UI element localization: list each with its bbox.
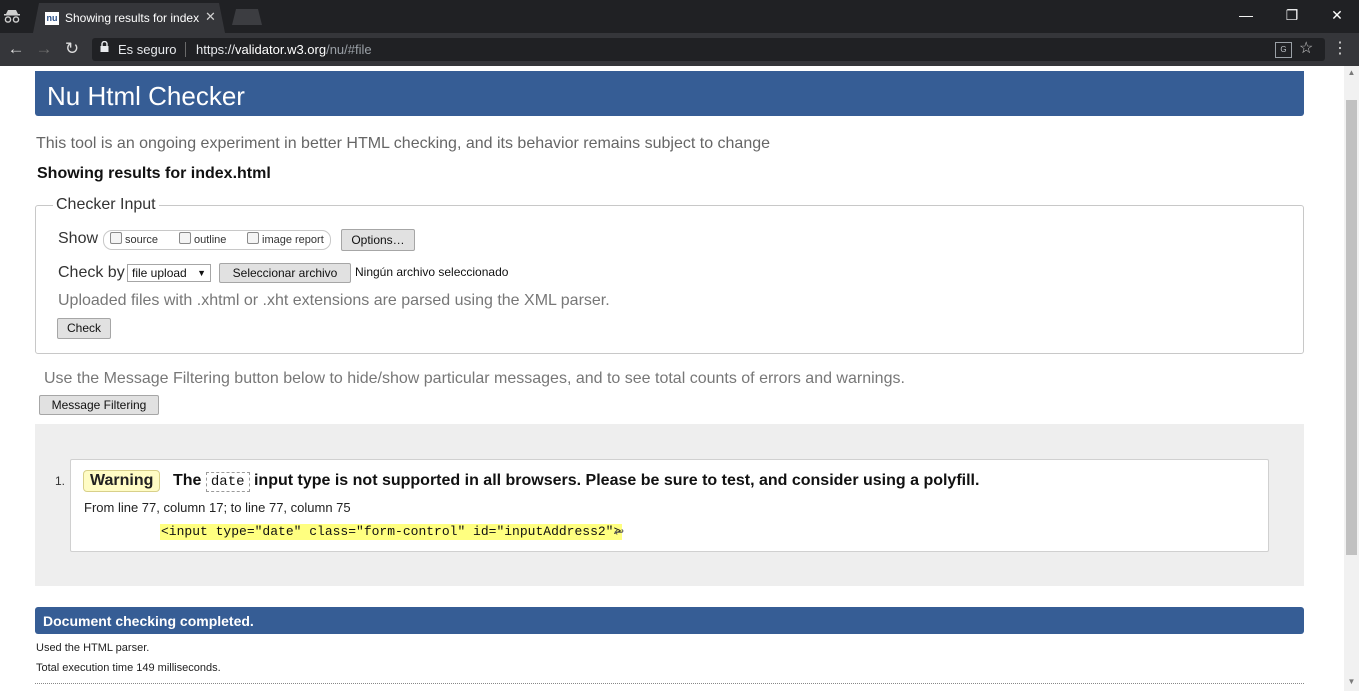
- page-content: Nu Html Checker This tool is an ongoing …: [0, 66, 1344, 691]
- minimize-icon[interactable]: —: [1236, 6, 1256, 24]
- incognito-icon[interactable]: [3, 8, 21, 24]
- upload-note: Uploaded files with .xhtml or .xht exten…: [58, 292, 610, 309]
- warning-message: Warning The date input type is not suppo…: [70, 459, 1269, 552]
- tab-title: Showing results for index.html: [65, 11, 199, 25]
- reload-icon[interactable]: ↻: [62, 40, 82, 58]
- divider: [35, 683, 1304, 684]
- message-filtering-button[interactable]: Message Filtering: [39, 395, 159, 415]
- message-location: From line 77, column 17; to line 77, col…: [84, 500, 351, 515]
- lock-icon: [100, 41, 109, 52]
- source-checkbox[interactable]: [110, 232, 122, 244]
- intro-text: This tool is an ongoing experiment in be…: [36, 135, 771, 152]
- scrollbar-thumb[interactable]: [1346, 100, 1357, 555]
- new-tab-button[interactable]: [232, 9, 262, 25]
- window-close-icon[interactable]: ✕: [1327, 6, 1347, 24]
- secure-label: Es seguro: [118, 42, 177, 57]
- options-button[interactable]: Options…: [341, 229, 415, 251]
- menu-icon[interactable]: ⋮: [1332, 40, 1348, 58]
- forward-icon[interactable]: →: [34, 40, 54, 58]
- address-bar[interactable]: Es seguro https://validator.w3.org/nu/#f…: [92, 38, 1325, 61]
- message-number: 1.: [55, 474, 66, 488]
- maximize-icon[interactable]: ❐: [1282, 6, 1302, 24]
- choose-file-button[interactable]: Seleccionar archivo: [219, 263, 351, 283]
- check-by-select[interactable]: file upload ▼: [127, 264, 211, 282]
- url-scheme: https://: [196, 42, 236, 57]
- image-report-checkbox[interactable]: [247, 232, 259, 244]
- message-text-after: input type is not supported in all brows…: [253, 472, 980, 489]
- results-heading: Showing results for index.html: [37, 165, 271, 182]
- results-list: 1. Warning The date input type is not su…: [35, 424, 1304, 586]
- warning-badge: Warning: [83, 470, 161, 492]
- show-label: Show: [58, 230, 99, 247]
- address-divider: [185, 42, 186, 57]
- filtering-note: Use the Message Filtering button below t…: [44, 370, 905, 387]
- outline-checkbox[interactable]: [179, 232, 191, 244]
- scroll-down-icon[interactable]: ▼: [1344, 677, 1359, 687]
- message-text-before: The: [173, 472, 202, 489]
- image-report-option-label[interactable]: image report: [262, 234, 324, 246]
- no-file-text: Ningún archivo seleccionado: [355, 265, 509, 279]
- w3c-favicon-icon: nu: [45, 12, 59, 25]
- browser-tab[interactable]: nu Showing results for index.html ✕: [33, 3, 225, 33]
- check-by-value: file upload: [132, 266, 187, 280]
- star-icon[interactable]: ☆: [1299, 39, 1313, 59]
- checker-input-legend: Checker Input: [53, 196, 159, 214]
- execution-time: Total execution time 149 milliseconds.: [36, 662, 221, 674]
- parser-note: Used the HTML parser.: [36, 642, 150, 654]
- url-host: validator.w3.org: [235, 42, 327, 57]
- scroll-up-icon[interactable]: ▲: [1344, 68, 1359, 78]
- back-icon[interactable]: ←: [6, 40, 26, 58]
- page-header: Nu Html Checker: [35, 71, 1304, 116]
- check-button[interactable]: Check: [57, 318, 111, 339]
- message-code-term: date: [205, 472, 250, 492]
- outline-option-label[interactable]: outline: [194, 234, 226, 246]
- close-icon[interactable]: ✕: [205, 9, 216, 25]
- translate-icon[interactable]: G: [1275, 42, 1292, 58]
- return-icon: ↩: [614, 525, 625, 539]
- url-path: /nu/#file: [326, 42, 372, 57]
- check-by-label: Check by: [58, 264, 125, 281]
- completion-bar: Document checking completed.: [35, 607, 1304, 634]
- completion-text: Document checking completed.: [43, 613, 254, 629]
- browser-toolbar: ← → ↻ Es seguro https://validator.w3.org…: [0, 33, 1359, 66]
- page-title: Nu Html Checker: [47, 81, 245, 111]
- dropdown-arrow-icon: ▼: [197, 268, 206, 278]
- url-text[interactable]: https://validator.w3.org/nu/#file: [196, 42, 372, 57]
- source-option-label[interactable]: source: [125, 234, 158, 246]
- message-extract: <input type="date" class="form-control" …: [160, 524, 623, 540]
- message-text: The date input type is not supported in …: [173, 472, 980, 492]
- tab-strip: nu Showing results for index.html ✕ — ❐ …: [0, 0, 1359, 33]
